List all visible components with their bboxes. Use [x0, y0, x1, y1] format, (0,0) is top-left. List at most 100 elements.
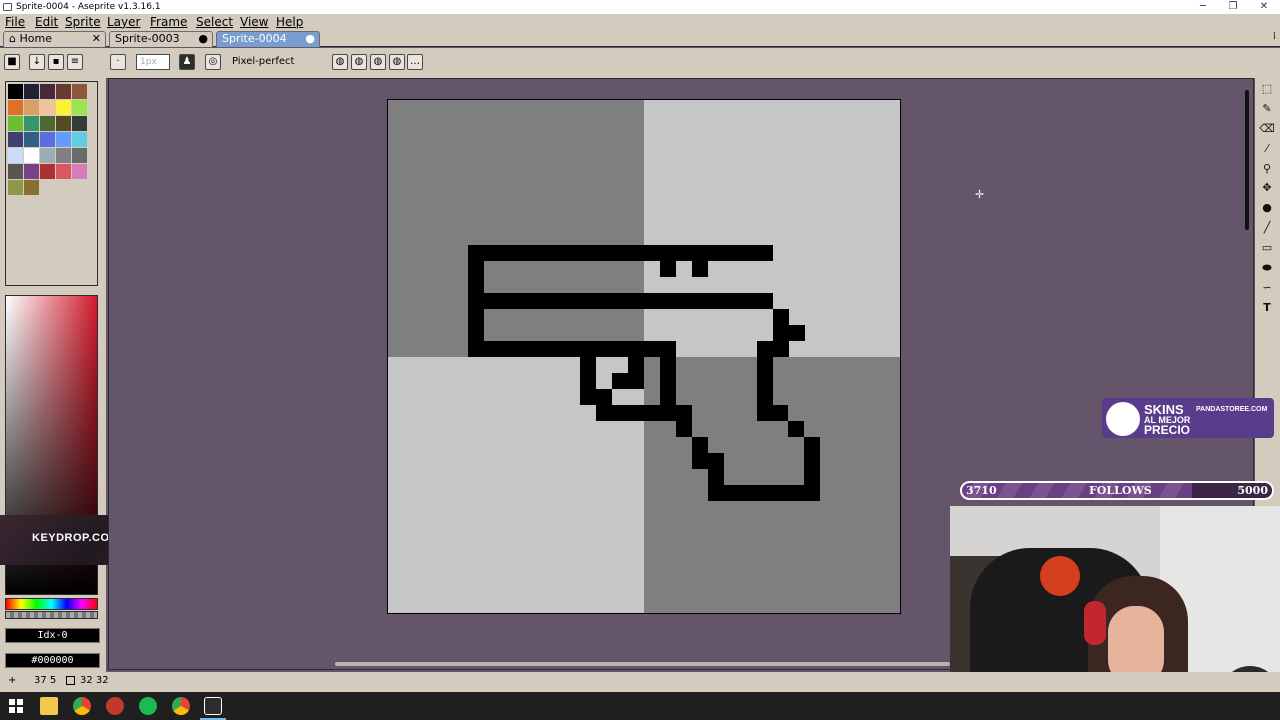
brush-type-icon[interactable]: · — [110, 54, 126, 70]
follows-current: 3710 — [966, 484, 997, 497]
palette-swatch[interactable] — [8, 84, 23, 99]
eraser-tool-icon[interactable]: ⌫ — [1258, 120, 1276, 138]
menu-help[interactable]: Help — [276, 14, 303, 30]
close-icon[interactable]: ✕ — [92, 32, 101, 46]
skins-site: PANDASTOREE.COM — [1196, 406, 1268, 413]
symmetry-v-icon[interactable]: ◍ — [370, 54, 386, 70]
palette-swatch[interactable] — [40, 132, 55, 147]
ink-icon[interactable]: ♟ — [179, 54, 195, 70]
palette-swatch[interactable] — [72, 84, 87, 99]
symmetry-h-icon[interactable]: ◍ — [351, 54, 367, 70]
save-icon[interactable]: ▪ — [48, 54, 64, 70]
palette-panel — [5, 81, 98, 286]
color-index-field[interactable]: Idx-0 — [5, 628, 100, 643]
sprite-canvas[interactable] — [387, 99, 901, 614]
palette-swatch[interactable] — [8, 180, 23, 195]
file-explorer-icon[interactable] — [40, 697, 58, 715]
line-tool-icon[interactable]: ╱ — [1258, 219, 1276, 237]
text-tool-icon[interactable]: T — [1258, 299, 1276, 317]
palette-swatch[interactable] — [40, 100, 55, 115]
menu-select[interactable]: Select — [196, 14, 233, 30]
palette-swatch[interactable] — [40, 148, 55, 163]
palette-swatch[interactable] — [24, 116, 39, 131]
horizontal-scrollbar[interactable] — [335, 662, 950, 666]
palette-swatch[interactable] — [40, 116, 55, 131]
taskbar — [0, 692, 1280, 720]
menu-file[interactable]: File — [5, 14, 25, 30]
tab-dot-icon[interactable]: ● — [305, 32, 315, 46]
symmetry-d-icon[interactable]: ◍ — [389, 54, 405, 70]
rectangle-tool-icon[interactable]: ▭ — [1258, 239, 1276, 257]
move-tool-icon[interactable]: ✥ — [1258, 179, 1276, 197]
palette-swatch[interactable] — [56, 164, 71, 179]
chrome-icon-2[interactable] — [172, 697, 190, 715]
palette-swatch[interactable] — [24, 148, 39, 163]
palette-swatch[interactable] — [56, 84, 71, 99]
palette-swatch[interactable] — [8, 164, 23, 179]
palette-swatch[interactable] — [72, 116, 87, 131]
color-hex-field[interactable]: #000000 — [5, 653, 100, 668]
palette-swatch[interactable] — [56, 116, 71, 131]
menu-lines-icon[interactable]: ≡ — [67, 54, 83, 70]
brush-size-input[interactable]: 1px — [136, 54, 170, 70]
tab-home-text: Home — [19, 32, 52, 45]
palette-swatch[interactable] — [72, 100, 87, 115]
more-options-icon[interactable]: … — [407, 54, 423, 70]
app-icon — [3, 3, 12, 11]
spotify-icon[interactable] — [139, 697, 157, 715]
menu-edit[interactable]: Edit — [35, 14, 58, 30]
tab-sprite-0004[interactable]: Sprite-0004 ● — [216, 31, 320, 47]
chrome-icon[interactable] — [73, 697, 91, 715]
lock-icon[interactable]: ■ — [4, 54, 20, 70]
menu-frame[interactable]: Frame — [150, 14, 187, 30]
palette-swatch[interactable] — [72, 148, 87, 163]
maximize-button[interactable]: ❐ — [1217, 0, 1249, 14]
palette-swatch[interactable] — [8, 148, 23, 163]
palette-swatch[interactable] — [40, 164, 55, 179]
palette-swatch[interactable] — [24, 164, 39, 179]
palette-swatch[interactable] — [24, 132, 39, 147]
marquee-tool-icon[interactable]: ⬚ — [1258, 80, 1276, 98]
vertical-scrollbar[interactable] — [1245, 90, 1249, 230]
symmetry-icon[interactable]: ◍ — [332, 54, 348, 70]
menu-sprite[interactable]: Sprite — [65, 14, 101, 30]
download-icon[interactable]: ↓ — [29, 54, 45, 70]
eyedropper-tool-icon[interactable]: ⁄ — [1258, 140, 1276, 158]
hue-slider[interactable] — [5, 598, 98, 610]
skins-sub2: PRECIO — [1144, 423, 1191, 437]
tab-sprite-0003[interactable]: Sprite-0003 ● — [109, 31, 213, 47]
palette-swatch[interactable] — [40, 84, 55, 99]
palette-swatch[interactable] — [24, 84, 39, 99]
palette-swatch[interactable] — [8, 132, 23, 147]
palette-swatch[interactable] — [8, 116, 23, 131]
fill-tool-icon[interactable]: ● — [1258, 199, 1276, 217]
palette-swatch[interactable] — [72, 164, 87, 179]
windows-start-icon[interactable] — [9, 699, 23, 713]
palette-swatch[interactable] — [8, 100, 23, 115]
palette-swatch[interactable] — [24, 100, 39, 115]
menu-layer[interactable]: Layer — [107, 14, 140, 30]
tab-home[interactable]: ⌂ Home ✕ — [3, 31, 106, 47]
contour-tool-icon[interactable]: ⬬ — [1258, 259, 1276, 277]
pixel-perfect-label[interactable]: Pixel-perfect — [232, 56, 294, 67]
pencil-tool-icon[interactable]: ✎ — [1258, 100, 1276, 118]
menu-view[interactable]: View — [240, 14, 268, 30]
brush-settings-icon[interactable]: ◎ — [205, 54, 221, 70]
alpha-slider[interactable] — [5, 611, 98, 619]
palette-swatch[interactable] — [72, 132, 87, 147]
close-window-button[interactable]: ✕ — [1248, 0, 1280, 14]
panda-logo-icon — [1106, 402, 1140, 436]
blur-tool-icon[interactable]: ∽ — [1258, 279, 1276, 297]
keydrop-text: KEYDROP.COM — [32, 532, 120, 544]
palette-swatch[interactable] — [56, 132, 71, 147]
palette-swatch[interactable] — [56, 100, 71, 115]
minimize-button[interactable]: ─ — [1187, 0, 1219, 14]
follows-label: FOLLOWS — [1089, 484, 1152, 497]
aseprite-taskbar-icon[interactable] — [204, 697, 222, 715]
tabs-menu-icon[interactable]: ⁞ — [1273, 31, 1276, 42]
zoom-tool-icon[interactable]: ⚲ — [1258, 160, 1276, 178]
modified-dot-icon[interactable]: ● — [198, 32, 208, 46]
palette-swatch[interactable] — [56, 148, 71, 163]
palette-swatch[interactable] — [24, 180, 39, 195]
app-icon-red[interactable] — [106, 697, 124, 715]
